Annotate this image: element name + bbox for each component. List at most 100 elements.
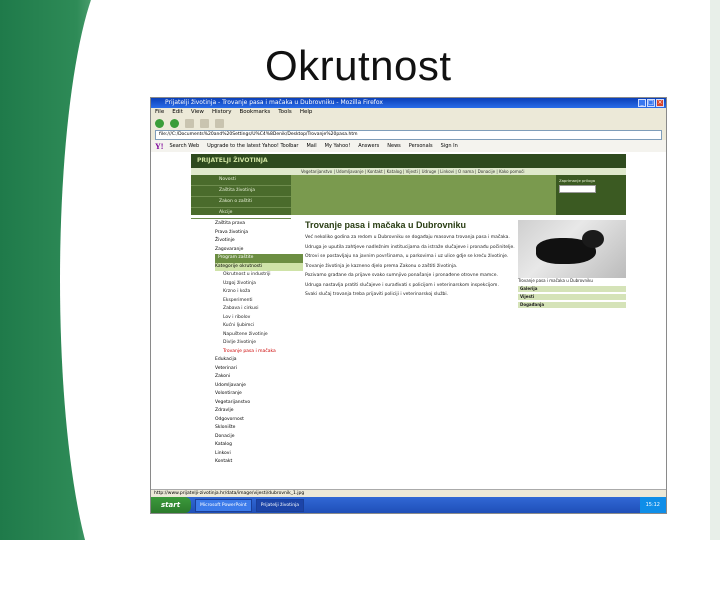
- article-paragraph: Svaki slučaj trovanja treba prijaviti po…: [305, 292, 449, 297]
- maximize-icon[interactable]: □: [647, 99, 655, 107]
- site-search-input[interactable]: [559, 185, 596, 193]
- hero-menu: Novosti Zaštita životinja Zakon o zaštiti A…: [191, 175, 291, 219]
- sidebar-item[interactable]: Sklonište: [215, 424, 303, 433]
- hero-right-panel: Zaprimanje priloga: [556, 175, 626, 215]
- yahoo-toolbar-item[interactable]: News: [387, 143, 401, 149]
- sidebar-item[interactable]: Edukacija: [215, 356, 303, 365]
- menu-item-view[interactable]: View: [191, 108, 204, 117]
- window-controls: _ □ ×: [638, 99, 664, 107]
- sidebar-item[interactable]: Vegetarijanstvo: [215, 399, 303, 408]
- article-paragraph: Udruga nastavlja pratiti slučajeve i sur…: [305, 282, 499, 288]
- menu-item-help[interactable]: Help: [300, 108, 313, 117]
- yahoo-toolbar-items: Search Web Upgrade to the latest Yahoo! T…: [169, 143, 465, 149]
- dog-head-shape: [582, 230, 604, 248]
- hero-banner: [291, 175, 556, 215]
- sidebar-item[interactable]: Krzno i koža: [215, 288, 303, 297]
- slide-right-band: [710, 0, 720, 540]
- yahoo-toolbar-item[interactable]: Sign In: [441, 143, 458, 149]
- yahoo-toolbar-item[interactable]: My Yahoo!: [325, 143, 351, 149]
- sidebar-item[interactable]: Zaštita prava: [215, 220, 303, 229]
- sidebar-item[interactable]: Lov i ribolov: [215, 314, 303, 323]
- site-header: PRIJATELJI ŽIVOTINJA: [191, 154, 626, 168]
- sidebar-item[interactable]: Program zaštite: [215, 254, 303, 263]
- sidebar-item[interactable]: Kontakt: [215, 458, 303, 467]
- hero-menu-item[interactable]: Zakon o zaštiti: [191, 197, 291, 208]
- menu-bar: File Edit View History Bookmarks Tools Help: [151, 108, 666, 117]
- page-viewport: PRIJATELJI ŽIVOTINJA Vegetarijanstvo | U…: [151, 152, 666, 489]
- hero-right-text: Zaprimanje priloga: [559, 178, 596, 183]
- right-section-label[interactable]: Događanja: [518, 302, 626, 308]
- sidebar-item[interactable]: Divlje životinje: [215, 339, 303, 348]
- minimize-icon[interactable]: _: [638, 99, 646, 107]
- site-sidebar: Zaštita prava Prava životinja Životinje Zag…: [215, 220, 303, 488]
- sidebar-item[interactable]: Zakoni: [215, 373, 303, 382]
- article-title: Trovanje pasa i mačaka u Dubrovniku: [305, 220, 467, 230]
- sidebar-item[interactable]: Katalog: [215, 441, 303, 450]
- reload-icon[interactable]: [185, 118, 194, 128]
- back-arrow-icon[interactable]: [155, 118, 164, 128]
- sidebar-item[interactable]: Linkovi: [215, 450, 303, 459]
- sidebar-item[interactable]: Odgovornost: [215, 416, 303, 425]
- site-logo[interactable]: PRIJATELJI ŽIVOTINJA: [197, 154, 268, 168]
- sidebar-item[interactable]: Zabava i cirkusi: [215, 305, 303, 314]
- sidebar-item[interactable]: Uzgoj životinja: [215, 280, 303, 289]
- sidebar-item[interactable]: Veterinari: [215, 365, 303, 374]
- sidebar-item[interactable]: Zdravlje: [215, 407, 303, 416]
- yahoo-toolbar-item[interactable]: Upgrade to the latest Yahoo! Toolbar: [207, 143, 298, 149]
- right-labels: Galerija Vijesti Događanja: [518, 286, 626, 308]
- yahoo-toolbar-item[interactable]: Search Web: [169, 143, 199, 149]
- menu-item-bookmarks[interactable]: Bookmarks: [240, 108, 271, 117]
- hero-menu-item[interactable]: Novosti: [191, 175, 291, 186]
- dog-photo: [518, 220, 626, 278]
- yahoo-toolbar-item[interactable]: Mail: [306, 143, 316, 149]
- sidebar-item[interactable]: Volontiranje: [215, 390, 303, 399]
- menu-item-file[interactable]: File: [155, 108, 164, 117]
- sidebar-item[interactable]: Donacije: [215, 433, 303, 442]
- sidebar-item[interactable]: Napuštene životinje: [215, 331, 303, 340]
- address-bar: file:///C:/Documents%20and%20Settings/U%…: [151, 129, 666, 140]
- taskbar-clock: 15:12: [639, 497, 666, 513]
- sidebar-item[interactable]: Prava životinja: [215, 229, 303, 238]
- status-bar: http://www.prijatelji-zivotinja.hr/data/…: [151, 489, 666, 497]
- slide-title: Okrutnost: [265, 42, 452, 89]
- sidebar-item[interactable]: Kategorije okrutnosti: [215, 262, 303, 271]
- navigation-toolbar: [151, 117, 666, 129]
- article-paragraph: Otrovi se postavljaju na javnim površina…: [305, 254, 509, 259]
- stop-icon[interactable]: [200, 118, 209, 128]
- home-icon[interactable]: [215, 118, 224, 128]
- article-paragraph: Već nekoliko godina za redom u Dubrovnik…: [305, 235, 510, 240]
- url-field[interactable]: file:///C:/Documents%20and%20Settings/U%…: [155, 129, 662, 140]
- sidebar-item[interactable]: Udomljavanje: [215, 382, 303, 391]
- article-body: Već nekoliko godina za redom u Dubrovnik…: [305, 235, 515, 299]
- menu-item-history[interactable]: History: [212, 108, 232, 117]
- browser-screenshot: Prijatelji životinja - Trovanje pasa i m…: [150, 97, 667, 514]
- right-section-label[interactable]: Galerija: [518, 286, 626, 292]
- hero-menu-item[interactable]: Zaštita životinja: [191, 186, 291, 197]
- yahoo-toolbar-item[interactable]: Personals: [409, 143, 433, 149]
- taskbar: start Microsoft PowerPoint Prijatelji ži…: [151, 497, 666, 513]
- task-firefox[interactable]: Prijatelji životinja: [255, 498, 305, 512]
- sidebar-item[interactable]: Kućni ljubimci: [215, 322, 303, 331]
- right-column: Trovanje pasa i mačaka u Dubrovniku Gale…: [518, 220, 626, 488]
- article-paragraph: Udruga je uputila zahtjeve nadležnim ins…: [305, 244, 515, 250]
- sidebar-item[interactable]: Trovanje pasa i mačaka: [215, 348, 303, 357]
- sidebar-item[interactable]: Životinje: [215, 237, 303, 246]
- task-powerpoint[interactable]: Microsoft PowerPoint: [195, 498, 252, 512]
- menu-item-edit[interactable]: Edit: [172, 108, 183, 117]
- site-nav[interactable]: Vegetarijanstvo | Udomljavanje | Kontakt…: [191, 168, 626, 175]
- article-paragraph: Trovanje životinja je kazneno djelo prem…: [305, 263, 458, 269]
- article: Trovanje pasa i mačaka u Dubrovniku Već …: [305, 220, 515, 488]
- yahoo-toolbar-item[interactable]: Answers: [358, 143, 379, 149]
- start-button[interactable]: start: [151, 497, 191, 513]
- hero-menu-item[interactable]: Akcije: [191, 208, 291, 219]
- photo-caption: Trovanje pasa i mačaka u Dubrovniku: [518, 278, 593, 283]
- sidebar-item[interactable]: Zagovaranje: [215, 246, 303, 255]
- right-section-label[interactable]: Vijesti: [518, 294, 626, 300]
- forward-arrow-icon[interactable]: [170, 118, 179, 128]
- menu-item-tools[interactable]: Tools: [278, 108, 292, 117]
- close-icon[interactable]: ×: [656, 99, 664, 107]
- sidebar-item[interactable]: Okrutnost u industriji: [215, 271, 303, 280]
- window-title: Prijatelji životinja - Trovanje pasa i m…: [165, 99, 383, 106]
- sidebar-item[interactable]: Eksperimenti: [215, 297, 303, 306]
- article-paragraph: Pozivamo građane da prijave svako sumnji…: [305, 273, 498, 278]
